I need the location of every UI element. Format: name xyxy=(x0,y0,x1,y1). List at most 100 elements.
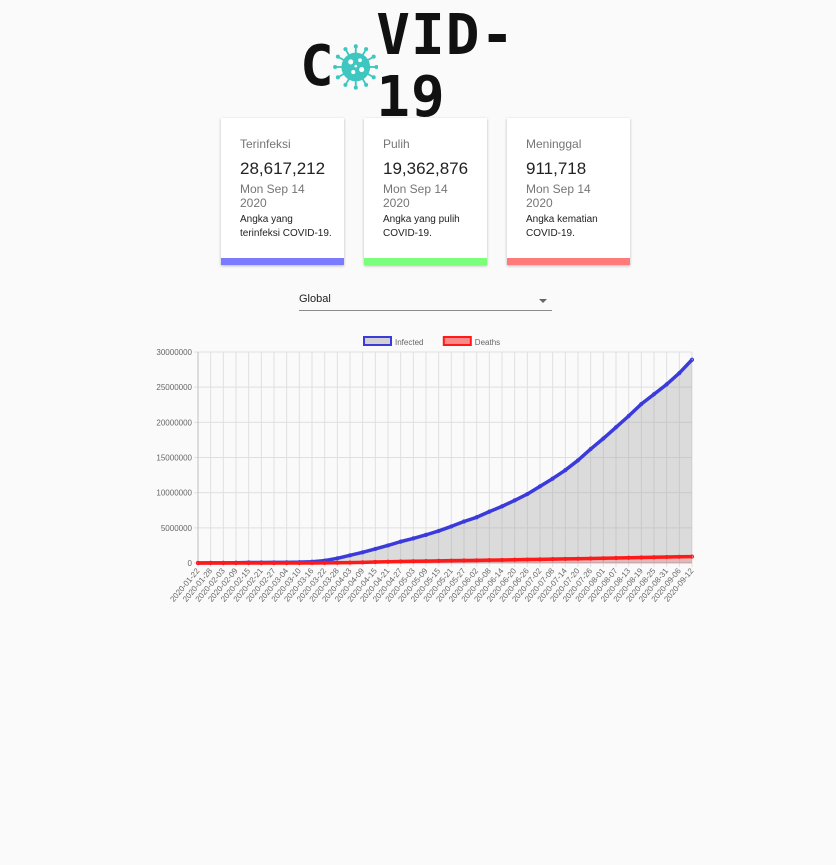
data-point-deaths xyxy=(575,556,581,561)
data-point-infected xyxy=(373,546,378,552)
data-point-deaths xyxy=(246,560,251,566)
data-point-infected xyxy=(335,556,340,561)
card-title: Pulih xyxy=(383,137,410,151)
data-point-deaths xyxy=(423,558,429,564)
data-point-deaths xyxy=(322,560,327,565)
data-point-deaths xyxy=(499,557,505,563)
card-color-bar xyxy=(221,258,344,265)
virus-icon xyxy=(332,44,379,90)
data-point-infected xyxy=(689,357,695,362)
data-point-infected xyxy=(499,504,505,509)
card-value: 19,362,876 xyxy=(383,159,469,178)
card-infected: Terinfeksi 28,617,212 Mon Sep 14 2020 An… xyxy=(221,118,344,265)
data-point-infected xyxy=(563,468,568,473)
legend-label-deaths: Deaths xyxy=(475,338,500,347)
stats-cards: Terinfeksi 28,617,212 Mon Sep 14 2020 An… xyxy=(221,118,631,266)
virus-spike-tip xyxy=(363,82,368,87)
virus-spike-tip xyxy=(335,54,340,59)
data-point-deaths xyxy=(360,560,365,565)
data-point-deaths xyxy=(525,557,530,562)
data-point-deaths xyxy=(588,556,593,561)
card-color-bar xyxy=(364,258,487,265)
data-point-deaths xyxy=(677,554,682,559)
data-point-infected xyxy=(411,536,416,541)
data-point-deaths xyxy=(487,558,492,563)
data-point-deaths xyxy=(639,555,644,560)
card-value: 28,617,212 xyxy=(240,159,326,178)
data-point-infected xyxy=(423,532,429,537)
data-point-infected xyxy=(639,401,644,407)
covid-line-chart: 0 5000000 10000000 15000000 20000000 25000000… xyxy=(150,330,710,615)
data-point-deaths xyxy=(297,560,302,566)
data-point-infected xyxy=(360,550,365,555)
chart-svg: 0 5000000 10000000 15000000 20000000 25000000… xyxy=(156,336,696,604)
data-point-deaths xyxy=(233,560,239,566)
data-point-deaths xyxy=(309,560,315,566)
virus-spike-tip xyxy=(343,47,348,52)
card-description: Angka yang pulih COVID-19. xyxy=(383,214,460,239)
virus-spike-tip xyxy=(363,47,368,52)
y-tick-label: 5000000 xyxy=(161,524,193,533)
data-point-infected xyxy=(575,458,581,463)
data-point-deaths xyxy=(436,558,441,563)
card-date: Mon Sep 14 2020 xyxy=(240,182,305,210)
data-point-infected xyxy=(626,413,631,419)
region-select-value: Global xyxy=(299,293,331,305)
card-title: Meninggal xyxy=(526,137,582,151)
virus-spike-tip xyxy=(371,54,376,59)
region-select[interactable]: Global xyxy=(299,290,552,311)
data-point-deaths xyxy=(259,560,264,566)
data-point-deaths xyxy=(195,560,201,566)
data-point-infected xyxy=(487,509,492,514)
data-point-deaths xyxy=(613,555,619,561)
data-point-deaths xyxy=(373,559,378,565)
card-date: Mon Sep 14 2020 xyxy=(526,182,591,210)
virus-spike-tip xyxy=(371,75,376,80)
data-point-deaths xyxy=(474,558,479,563)
card-description: Angka yang terinfeksi COVID-19. xyxy=(240,214,332,239)
data-point-deaths xyxy=(512,557,517,562)
data-point-infected xyxy=(347,553,353,558)
data-point-infected xyxy=(436,528,441,534)
y-tick-label: 0 xyxy=(188,559,193,568)
data-point-deaths xyxy=(601,556,606,561)
logo-text-rest: VID-19 xyxy=(376,3,516,130)
data-point-deaths xyxy=(284,560,289,566)
y-tick-label: 30000000 xyxy=(156,348,192,357)
data-point-deaths xyxy=(537,557,543,562)
data-point-infected xyxy=(461,519,467,524)
card-date: Mon Sep 14 2020 xyxy=(383,182,448,210)
data-point-deaths xyxy=(335,560,340,565)
data-point-deaths xyxy=(664,554,669,560)
logo-text-c: C xyxy=(300,34,335,99)
legend-label-infected: Infected xyxy=(395,338,423,347)
data-point-infected xyxy=(398,539,403,544)
data-point-infected xyxy=(588,446,593,452)
data-point-deaths xyxy=(461,558,467,563)
data-point-deaths xyxy=(626,555,631,560)
data-point-deaths xyxy=(449,558,454,563)
data-point-infected xyxy=(537,484,543,489)
data-point-infected xyxy=(664,382,669,387)
y-tick-label: 10000000 xyxy=(156,489,192,498)
data-point-infected xyxy=(550,476,555,481)
y-tick-label: 25000000 xyxy=(156,383,192,392)
card-recovered: Pulih 19,362,876 Mon Sep 14 2020 Angka y… xyxy=(364,118,487,265)
covid-dashboard: C VID-19 Terinfeksi 28,617,212 Mon Sep 1… xyxy=(0,0,836,865)
data-point-deaths xyxy=(221,560,226,566)
data-point-infected xyxy=(474,515,479,520)
data-point-infected xyxy=(525,491,530,497)
data-point-deaths xyxy=(689,554,695,559)
card-value: 911,718 xyxy=(526,159,587,178)
chevron-down-icon xyxy=(539,299,547,303)
data-point-deaths xyxy=(271,560,277,566)
legend-swatch-deaths xyxy=(442,336,472,346)
data-point-infected xyxy=(613,425,619,430)
data-point-infected xyxy=(449,524,454,529)
virus-spike-tip xyxy=(353,85,358,90)
data-point-deaths xyxy=(398,559,403,564)
data-point-infected xyxy=(385,543,391,548)
virus-spike-tip xyxy=(343,82,348,87)
covid-logo: C VID-19 xyxy=(300,5,552,129)
data-point-infected xyxy=(601,436,606,441)
